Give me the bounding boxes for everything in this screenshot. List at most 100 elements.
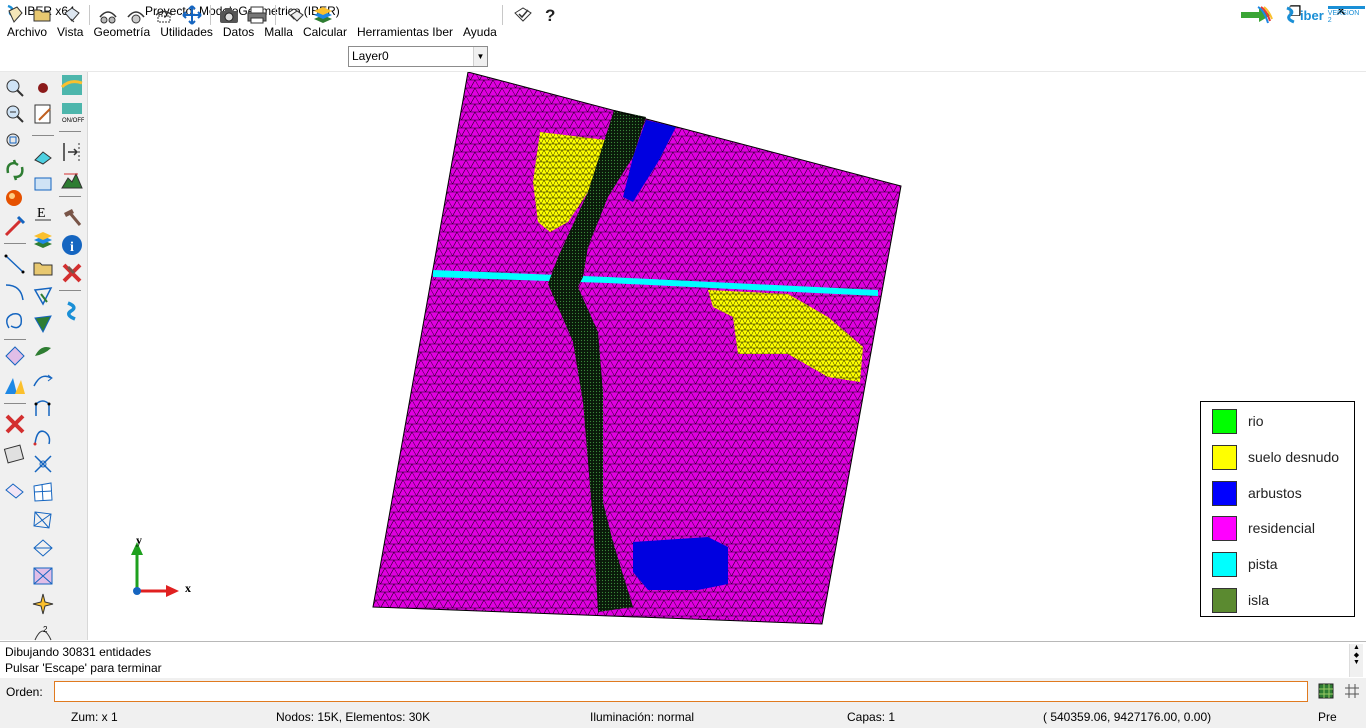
snap-toggle-icon[interactable] — [1344, 683, 1360, 699]
toolbar-separator — [4, 243, 26, 244]
message-line: Pulsar 'Escape' para terminar — [5, 661, 162, 675]
iber-brand-text: iber — [1299, 7, 1324, 23]
spline-icon[interactable] — [30, 423, 56, 449]
select-box-icon[interactable] — [30, 171, 56, 197]
legend-label: rio — [1248, 413, 1264, 429]
toolbar-separator — [59, 290, 81, 291]
iber-arrow-logo-icon — [1238, 4, 1274, 26]
new-file-icon[interactable] — [3, 4, 27, 26]
legend-label: pista — [1248, 556, 1278, 572]
rotate-icon[interactable] — [96, 4, 120, 26]
erase-icon[interactable] — [30, 143, 56, 169]
folder-icon[interactable] — [30, 255, 56, 281]
layer-select-value: Layer0 — [352, 49, 389, 63]
legend-item: pista — [1212, 551, 1278, 577]
curve-icon[interactable] — [30, 367, 56, 393]
arc-icon[interactable] — [2, 279, 28, 305]
open-folder-icon[interactable] — [30, 4, 54, 26]
layer-select[interactable]: Layer0 ▼ — [348, 46, 488, 67]
menu-herramientas-iber[interactable]: Herramientas Iber — [352, 22, 458, 42]
line-icon[interactable] — [2, 251, 28, 277]
terrain-icon[interactable] — [59, 167, 85, 193]
select-line-icon[interactable] — [30, 311, 56, 337]
print-icon[interactable] — [245, 4, 269, 26]
mesh-edit-icon[interactable] — [30, 563, 56, 589]
intersect-icon[interactable] — [30, 451, 56, 477]
info-icon[interactable]: i — [59, 232, 85, 258]
message-area: Dibujando 30831 entidades Pulsar 'Escape… — [0, 641, 1366, 678]
mesh-surface-icon[interactable] — [30, 479, 56, 505]
command-input[interactable] — [54, 681, 1308, 702]
mesh-semistructured-icon[interactable] — [30, 535, 56, 561]
graphics-viewport[interactable]: y x — [88, 72, 1366, 640]
zoom-out-icon[interactable] — [2, 101, 28, 127]
status-mode[interactable]: Pre — [1318, 710, 1337, 724]
legend-swatch-pista — [1212, 551, 1237, 577]
label-icon[interactable]: E — [30, 199, 56, 225]
toolbar-separator — [59, 131, 81, 132]
toolbar-separator — [4, 339, 26, 340]
surface-icon[interactable] — [2, 343, 28, 369]
status-coordinates: ( 540359.06, 9427176.00, 0.00) — [1043, 710, 1212, 724]
layers-icon[interactable] — [311, 4, 335, 26]
legend-item: arbustos — [1212, 480, 1302, 506]
legend-swatch-suelo-desnudo — [1212, 444, 1237, 470]
profile-icon[interactable] — [59, 139, 85, 165]
help-icon[interactable]: ? — [538, 4, 562, 26]
toolbar-separator — [502, 5, 503, 25]
hammer-icon[interactable] — [59, 204, 85, 230]
legend-swatch-isla — [1212, 587, 1237, 613]
fill-icon[interactable] — [30, 339, 56, 365]
iber-tool-icon[interactable] — [59, 298, 85, 324]
grid-toggle-icon[interactable] — [1318, 683, 1334, 699]
layer-stack-icon[interactable] — [30, 227, 56, 253]
material-legend: rio suelo desnudo arbustos residencial p… — [1200, 401, 1355, 617]
volume-icon[interactable] — [2, 373, 28, 399]
svg-text:i: i — [70, 240, 74, 255]
help-check-icon[interactable] — [511, 4, 535, 26]
pan-icon[interactable] — [180, 4, 204, 26]
chevron-down-icon[interactable]: ▼ — [473, 47, 487, 66]
point-icon[interactable] — [2, 213, 28, 239]
x-axis-label: x — [185, 581, 191, 595]
nurbs-icon[interactable] — [30, 395, 56, 421]
legend-swatch-arbustos — [1212, 480, 1237, 506]
mesh-structured-icon[interactable] — [30, 507, 56, 533]
legend-label: suelo desnudo — [1248, 449, 1340, 465]
zoom-frame-icon[interactable] — [152, 4, 176, 26]
status-mesh-info: Nodos: 15K, Elementos: 30K — [276, 710, 431, 724]
render-icon[interactable] — [2, 185, 28, 211]
list-icon[interactable] — [2, 441, 28, 467]
record-icon[interactable] — [30, 75, 56, 101]
onoff-icon[interactable]: ON/OFF — [59, 100, 85, 126]
message-scrollbar[interactable]: ▲ ◆ ▼ — [1349, 644, 1363, 677]
zoom-frame-icon[interactable] — [2, 129, 28, 155]
raster-icon[interactable] — [59, 72, 85, 98]
iber-version-logo: iber VERSION 2 — [1283, 4, 1365, 26]
save-icon[interactable] — [60, 4, 84, 26]
redraw-icon[interactable] — [2, 157, 28, 183]
edit-icon[interactable] — [30, 101, 56, 127]
zoom-in-icon[interactable] — [2, 75, 28, 101]
menu-ayuda[interactable]: Ayuda — [458, 22, 502, 42]
legend-item: suelo desnudo — [1212, 444, 1339, 470]
delete-icon[interactable] — [2, 411, 28, 437]
rotate-trackball-icon[interactable] — [124, 4, 148, 26]
layers-copy-icon[interactable] — [283, 4, 307, 26]
legend-label: isla — [1248, 592, 1270, 608]
camera-icon[interactable] — [217, 4, 241, 26]
mesh-canvas[interactable]: y x — [88, 72, 1366, 640]
toolbar-separator — [59, 196, 81, 197]
svg-text:ON/OFF: ON/OFF — [62, 118, 84, 124]
tools-delete-icon[interactable] — [59, 260, 85, 286]
toolbar-separator — [4, 403, 26, 404]
polyline-icon[interactable] — [2, 307, 28, 333]
select-point-icon[interactable] — [30, 283, 56, 309]
copy-icon[interactable] — [2, 479, 28, 505]
toolbar-separator — [89, 5, 90, 25]
explode-icon[interactable] — [30, 591, 56, 617]
svg-text:?: ? — [545, 6, 555, 25]
legend-item: residencial — [1212, 515, 1315, 541]
status-zoom: Zum: x 1 — [71, 710, 118, 724]
legend-swatch-residencial — [1212, 515, 1237, 541]
